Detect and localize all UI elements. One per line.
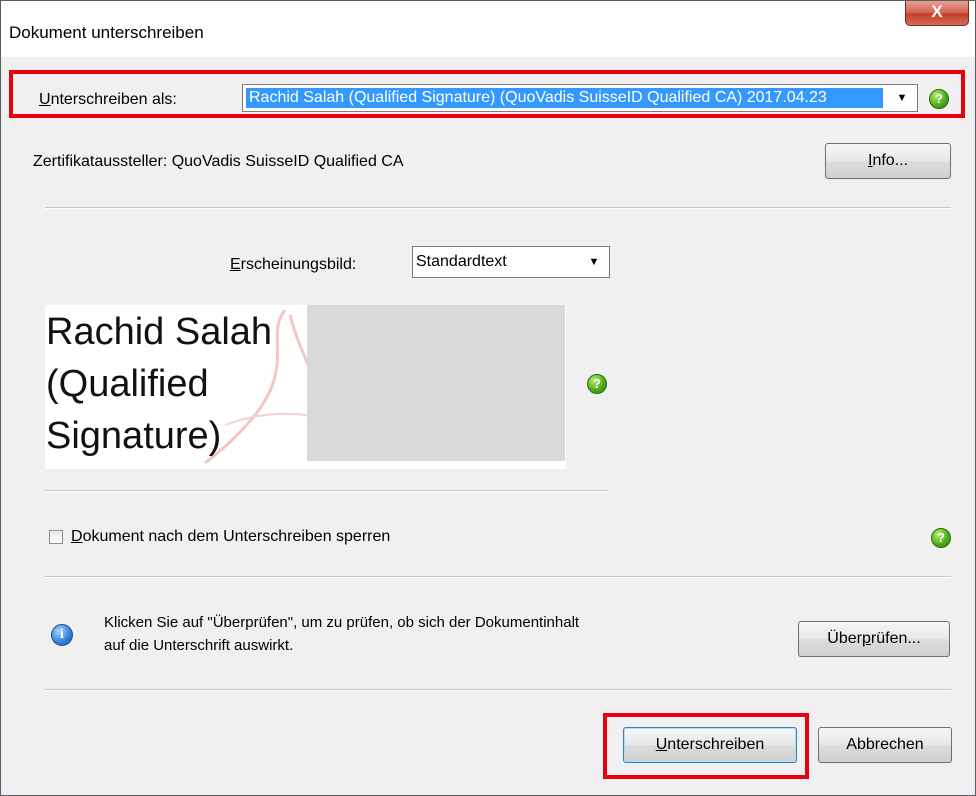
review-button[interactable]: Überprüfen... [798,621,950,657]
lock-document-checkbox[interactable] [49,530,63,544]
dialog-body: Unterschreiben als: Rachid Salah (Qualif… [9,57,967,787]
review-message-line: Klicken Sie auf "Überprüfen", um zu prüf… [104,614,580,631]
help-icon[interactable]: ? [587,374,607,394]
review-message-line: auf die Unterschrift auswirkt. [104,637,294,654]
dialog-title: Dokument unterschreiben [9,23,204,42]
lock-document-label[interactable]: Dokument nach dem Unterschreiben sperren [71,528,390,546]
sign-as-selected-value: Rachid Salah (Qualified Signature) (QuoV… [246,88,883,108]
separator [45,490,609,492]
signature-name-line: Rachid Salah [46,311,273,353]
separator [45,207,951,209]
signature-preview: Rachid Salah (Qualified Signature) [45,305,566,469]
cancel-button[interactable]: Abbrechen [818,727,952,763]
info-button[interactable]: Info... [825,143,951,179]
help-icon[interactable]: ? [931,528,951,548]
sign-button[interactable]: Unterschreiben [623,727,797,763]
close-icon: X [931,2,943,21]
help-icon[interactable]: ? [929,89,949,109]
appearance-dropdown[interactable]: Standardtext ▼ [412,246,610,278]
sign-document-dialog: Dokument unterschreiben X Unterschreiben… [0,0,976,796]
separator [45,576,951,578]
separator [45,689,951,691]
close-button[interactable]: X [905,1,969,26]
redacted-details [307,305,565,461]
appearance-selected-value: Standardtext [416,253,507,270]
sign-as-dropdown[interactable]: Rachid Salah (Qualified Signature) (QuoV… [242,84,918,112]
info-icon: i [51,624,73,646]
chevron-down-icon[interactable]: ▼ [887,85,917,111]
sign-as-label: Unterschreiben als: [39,91,177,108]
chevron-down-icon[interactable]: ▼ [579,247,609,277]
appearance-label: Erscheinungsbild: [230,256,357,273]
certificate-issuer-text: Zertifikataussteller: QuoVadis SuisseID … [33,153,404,170]
signature-name-line: (Qualified [46,363,209,405]
title-bar: Dokument unterschreiben X [1,1,975,57]
signature-name-line: Signature) [46,415,222,457]
